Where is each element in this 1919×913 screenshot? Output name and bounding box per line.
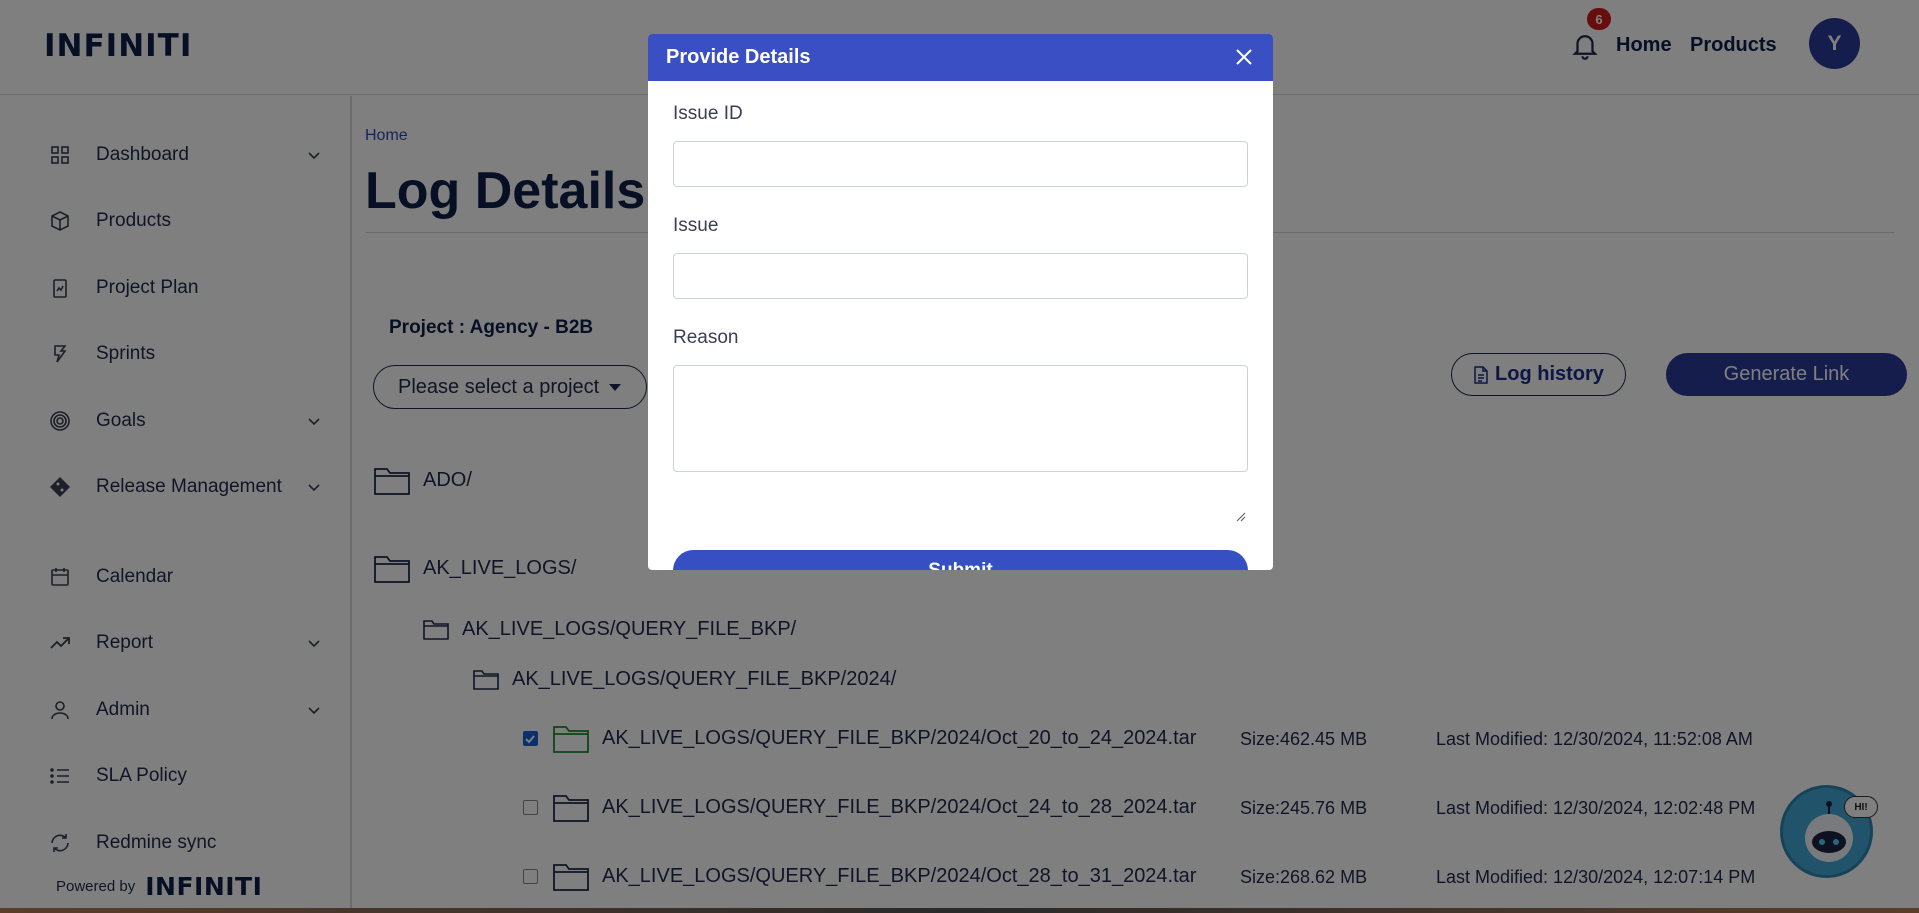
issue-id-label: Issue ID [673,103,743,124]
issue-label: Issue [673,215,719,236]
modal-header: Provide Details [648,34,1273,81]
bottom-strip [0,908,1919,913]
issue-input[interactable] [673,253,1248,299]
submit-button[interactable]: Submit [673,550,1248,570]
modal-title: Provide Details [666,46,811,68]
close-icon[interactable] [1233,46,1255,68]
reason-label: Reason [673,327,739,348]
provide-details-modal: Provide Details Issue ID Issue Reason Su… [648,34,1273,570]
issue-id-input[interactable] [673,141,1248,187]
reason-textarea[interactable] [673,365,1248,472]
resize-grip-icon[interactable] [1236,512,1246,522]
